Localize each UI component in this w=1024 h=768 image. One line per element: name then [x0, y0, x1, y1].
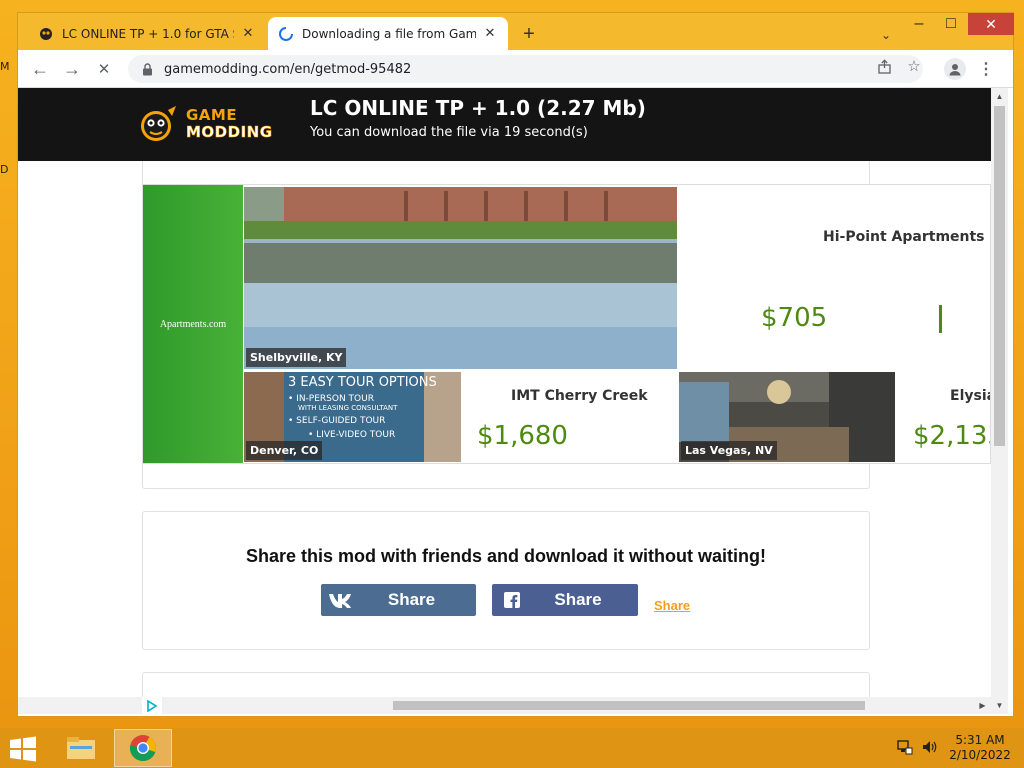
- vk-share-label: Share: [387, 590, 436, 609]
- logo-text-line2: MODDING: [186, 123, 273, 141]
- desktop-icon-fragment[interactable]: D: [0, 163, 14, 176]
- url-text: gamemodding.com/en/getmod-95482: [164, 61, 412, 77]
- listing-location: Shelbyville, KY: [246, 348, 347, 367]
- tab-title: Downloading a file from GameM: [302, 26, 476, 41]
- tab-search-button[interactable]: ⌄: [876, 25, 896, 45]
- scroll-down-arrow-icon[interactable]: ▼: [991, 697, 1008, 714]
- forward-button[interactable]: →: [60, 57, 84, 81]
- facebook-share-label: Share: [554, 590, 602, 609]
- browser-window: LC ONLINE TP + 1.0 for GTA San ✕ Downloa…: [17, 12, 1014, 717]
- new-tab-button[interactable]: +: [518, 23, 540, 45]
- back-button[interactable]: ←: [28, 57, 52, 81]
- close-tab-icon[interactable]: ✕: [482, 26, 498, 42]
- taskbar-clock[interactable]: 5:31 AM 2/10/2022: [944, 733, 1016, 763]
- listing-location: Denver, CO: [246, 441, 323, 460]
- horizontal-scroll-thumb[interactable]: [393, 701, 865, 710]
- browser-menu-button[interactable]: ⋮: [978, 58, 994, 80]
- download-title: LC ONLINE TP + 1.0 (2.27 Mb): [310, 96, 646, 120]
- listing-photo-denver[interactable]: 3 EASY TOUR OPTIONS • IN-PERSON TOUR WIT…: [244, 372, 461, 462]
- facebook-share-button[interactable]: Share: [492, 584, 638, 616]
- desktop-icon-fragment[interactable]: M: [0, 60, 14, 73]
- share-card: Share this mod with friends and download…: [142, 511, 870, 650]
- promo-option-2: • SELF-GUIDED TOUR: [288, 415, 386, 426]
- browser-toolbar: ← → ✕ gamemodding.com/en/getmod-95482 ☆ …: [18, 50, 1013, 88]
- chrome-icon[interactable]: [114, 729, 172, 767]
- vertical-scroll-thumb[interactable]: [994, 106, 1005, 446]
- site-header: GAME MODDING LC ONLINE TP + 1.0 (2.27 Mb…: [18, 88, 991, 161]
- scroll-up-arrow-icon[interactable]: ▲: [991, 88, 1008, 105]
- bookmark-star-icon[interactable]: ☆: [903, 55, 925, 77]
- download-countdown: You can download the file via 19 second(…: [310, 125, 588, 140]
- loading-spinner-icon: [278, 26, 294, 42]
- windows-start-button[interactable]: [8, 736, 38, 762]
- listing-photo-las-vegas[interactable]: Las Vegas, NV: [679, 372, 895, 462]
- promo-headline: 3 EASY TOUR OPTIONS: [288, 375, 437, 390]
- facebook-icon: [492, 592, 532, 608]
- tab-strip: LC ONLINE TP + 1.0 for GTA San ✕ Downloa…: [18, 13, 1014, 50]
- vk-share-button[interactable]: Share: [321, 584, 476, 616]
- clock-time: 5:31 AM: [955, 733, 1005, 747]
- price-bar-fragment: [939, 305, 942, 333]
- listing-price[interactable]: $705: [761, 303, 827, 333]
- promo-option-1-detail: WITH LEASING CONSULTANT: [298, 404, 398, 413]
- listing-price[interactable]: $2,133: [913, 421, 990, 451]
- vk-icon: [321, 592, 361, 608]
- promo-option-3: • LIVE-VIDEO TOUR: [308, 429, 396, 440]
- listing-name[interactable]: Elysia: [950, 388, 990, 404]
- volume-icon[interactable]: [920, 738, 938, 756]
- listing-photo-shelbyville[interactable]: Shelbyville, KY: [244, 187, 677, 369]
- gamemodding-logo[interactable]: GAME MODDING: [138, 102, 278, 146]
- gamemodding-favicon-icon: [38, 26, 54, 42]
- apartments-ad[interactable]: Apartments.com Shelbyville, KY Hi-Point …: [142, 184, 991, 464]
- file-explorer-icon[interactable]: [52, 729, 110, 767]
- tab-lc-online[interactable]: LC ONLINE TP + 1.0 for GTA San ✕: [28, 17, 266, 50]
- adchoices-icon[interactable]: [142, 697, 162, 714]
- clock-date: 2/10/2022: [949, 748, 1011, 762]
- pond-photo-image: [244, 187, 677, 369]
- close-window-button[interactable]: ✕: [968, 13, 1014, 35]
- stop-loading-button[interactable]: ✕: [92, 57, 116, 81]
- ad-brand-panel[interactable]: Apartments.com: [143, 185, 243, 463]
- listing-name[interactable]: Hi-Point Apartments: [823, 229, 985, 245]
- maximize-button[interactable]: □: [936, 13, 966, 35]
- listing-price[interactable]: $1,680: [477, 421, 568, 451]
- tab-downloading[interactable]: Downloading a file from GameM ✕: [268, 17, 508, 50]
- logo-mascot-icon: [141, 106, 176, 141]
- listing-location: Las Vegas, NV: [681, 441, 777, 460]
- lock-icon[interactable]: [140, 62, 154, 76]
- close-tab-icon[interactable]: ✕: [240, 26, 256, 42]
- share-prompt: Share this mod with friends and download…: [246, 546, 766, 566]
- listing-name[interactable]: IMT Cherry Creek: [511, 388, 648, 404]
- minimize-button[interactable]: –: [904, 13, 934, 35]
- next-card: [142, 672, 870, 697]
- share-link[interactable]: Share: [654, 598, 690, 613]
- network-icon[interactable]: [896, 738, 914, 756]
- vertical-scrollbar[interactable]: ▲ ▼: [991, 88, 1008, 714]
- tab-title: LC ONLINE TP + 1.0 for GTA San: [62, 26, 234, 41]
- taskbar: 5:31 AM 2/10/2022: [0, 728, 1024, 768]
- ad-brand-name: Apartments.com: [159, 318, 227, 330]
- logo-text-line1: GAME: [186, 106, 238, 124]
- horizontal-scrollbar[interactable]: ▶: [18, 697, 991, 714]
- profile-avatar-icon[interactable]: [944, 58, 966, 80]
- scroll-right-arrow-icon[interactable]: ▶: [974, 697, 991, 714]
- address-bar[interactable]: gamemodding.com/en/getmod-95482: [128, 55, 923, 83]
- share-page-icon[interactable]: [873, 55, 895, 77]
- page-viewport: GAME MODDING LC ONLINE TP + 1.0 (2.27 Mb…: [18, 88, 991, 697]
